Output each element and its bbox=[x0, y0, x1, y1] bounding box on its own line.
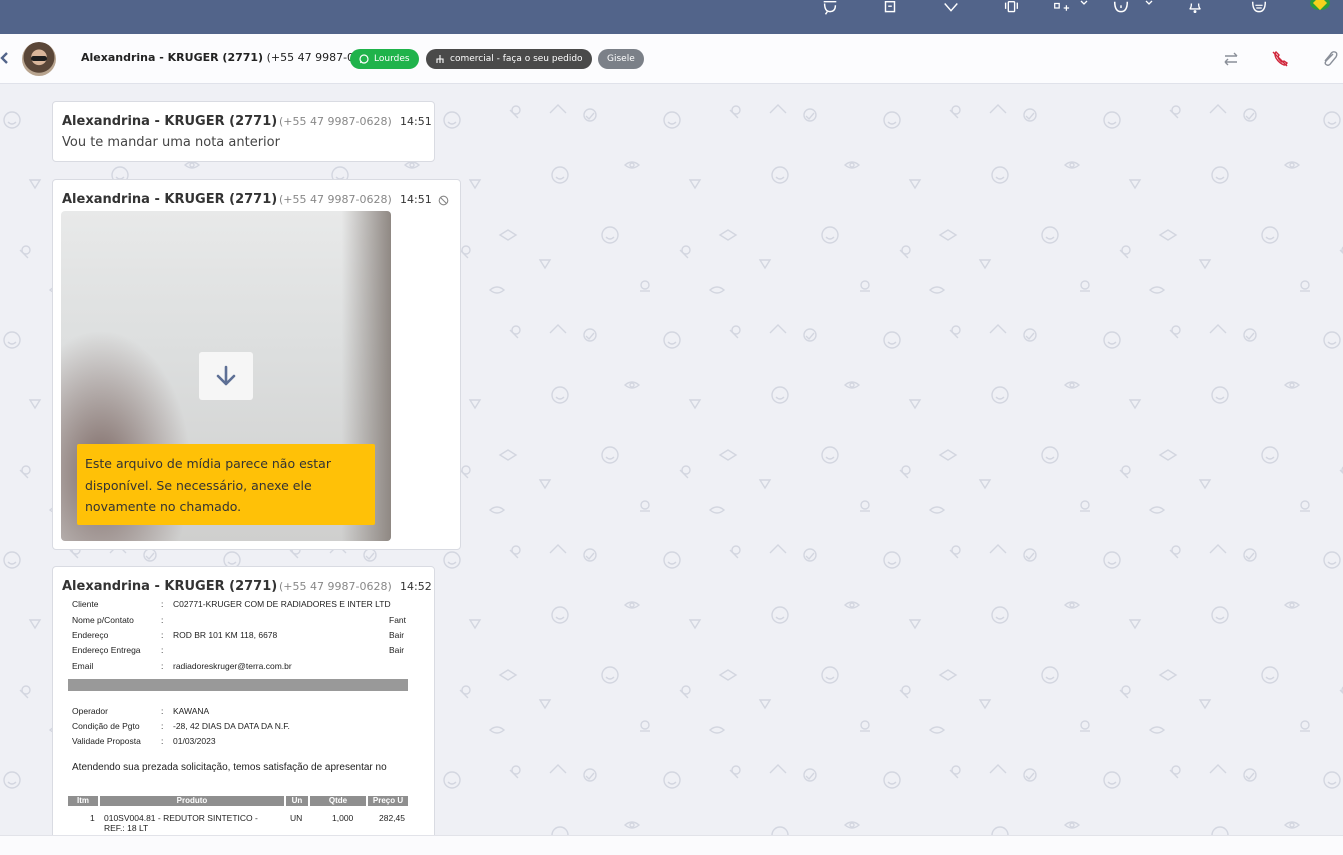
message-bubble-document[interactable]: Alexandrina - KRUGER (2771) (+55 47 9987… bbox=[52, 566, 435, 835]
download-button[interactable] bbox=[199, 352, 253, 400]
doc-field-value: KAWANA bbox=[173, 706, 210, 716]
doc-field-label: Endereço Entrega bbox=[72, 645, 141, 655]
chevron-down-icon[interactable] bbox=[1080, 0, 1088, 8]
brazil-flag-icon[interactable] bbox=[1310, 0, 1330, 10]
doc-field-label: Cliente bbox=[72, 599, 99, 609]
chat-header: Alexandrina - KRUGER (2771) (+55 47 9987… bbox=[0, 34, 1343, 84]
back-arrow-icon[interactable] bbox=[0, 51, 10, 65]
doc-field-value: 01/03/2023 bbox=[173, 736, 216, 746]
whatsapp-icon bbox=[359, 54, 369, 64]
doc-field-value: ROD BR 101 KM 118, 6678 bbox=[173, 630, 278, 640]
doc-field-label: Email bbox=[72, 661, 94, 671]
chevron-down-icon[interactable] bbox=[1145, 0, 1153, 8]
doc-table-cell: UN bbox=[290, 813, 303, 823]
message-phone: (+55 47 9987-0628) bbox=[279, 580, 392, 593]
doc-colon: : bbox=[161, 736, 164, 746]
doc-colon: : bbox=[161, 599, 164, 609]
doc-field-label: Validade Proposta bbox=[72, 736, 141, 746]
bell-icon[interactable] bbox=[1184, 0, 1206, 16]
message-sender: Alexandrina - KRUGER (2771) bbox=[62, 579, 278, 594]
hang-up-phone-icon[interactable] bbox=[1270, 49, 1290, 69]
doc-table-cell: 1,000 bbox=[332, 813, 354, 823]
org-chart-icon bbox=[436, 55, 444, 63]
doc-field-value: -28, 42 DIAS DA DATA DA N.F. bbox=[173, 721, 290, 731]
doc-table-cell: REF.: 18 LT bbox=[104, 823, 149, 833]
document-image[interactable]: Cliente : C02771-KRUGER COM DE RADIADORE… bbox=[61, 597, 408, 833]
paperclip-icon[interactable] bbox=[1320, 49, 1340, 69]
doc-field-value: radiadoreskruger@terra.com.br bbox=[173, 661, 292, 671]
doc-field-label: Endereço bbox=[72, 630, 109, 640]
department-badge[interactable]: comercial - faça o seu pedido bbox=[426, 49, 592, 69]
message-sender: Alexandrina - KRUGER (2771) bbox=[62, 114, 278, 129]
doc-table-header: Produto bbox=[100, 796, 284, 806]
doc-colon: : bbox=[161, 630, 164, 640]
tag-icon[interactable] bbox=[940, 0, 962, 16]
doc-field-label: Operador bbox=[72, 706, 108, 716]
badge-label: Gisele bbox=[607, 54, 635, 64]
message-bubble[interactable]: Alexandrina - KRUGER (2771) (+55 47 9987… bbox=[52, 101, 435, 162]
doc-colon: : bbox=[161, 721, 164, 731]
doc-table-header: Qtde bbox=[310, 796, 366, 806]
message-text: Vou te mandar uma nota anterior bbox=[62, 135, 280, 150]
contact-info[interactable]: Alexandrina - KRUGER (2771) (+55 47 9987… bbox=[81, 51, 379, 64]
doc-paragraph: Atendendo sua prezada solicitação, temos… bbox=[72, 762, 387, 773]
doc-field-value: C02771-KRUGER COM DE RADIADORES E INTER … bbox=[173, 599, 391, 609]
doc-field-right: Fant bbox=[389, 615, 407, 625]
avatar[interactable] bbox=[22, 42, 56, 76]
help-icon[interactable] bbox=[1110, 0, 1132, 16]
chat-bubble-icon[interactable] bbox=[819, 0, 841, 16]
doc-colon: : bbox=[161, 645, 164, 655]
doc-field-right: Bair bbox=[389, 645, 405, 655]
clipboard-icon[interactable] bbox=[879, 0, 901, 16]
blocked-icon[interactable] bbox=[438, 195, 449, 206]
doc-table-cell: 1 bbox=[90, 813, 95, 823]
warning-line: disponível. Se necessário, anexe ele bbox=[85, 477, 312, 493]
doc-colon: : bbox=[161, 706, 164, 716]
media-preview: Este arquivo de mídia parece não estar d… bbox=[61, 211, 391, 541]
doc-table-header: Un bbox=[286, 796, 308, 806]
download-arrow-icon bbox=[216, 365, 236, 386]
doc-table-cell: 010SV004.81 - REDUTOR SINTETICO - bbox=[104, 813, 258, 823]
message-sender: Alexandrina - KRUGER (2771) bbox=[62, 192, 278, 207]
doc-separator-bar bbox=[68, 679, 408, 691]
message-phone: (+55 47 9987-0628) bbox=[279, 115, 392, 128]
doc-colon: : bbox=[161, 661, 164, 671]
doc-field-label: Condição de Pgto bbox=[72, 721, 140, 731]
warning-line: Este arquivo de mídia parece não estar bbox=[85, 456, 331, 471]
transfer-icon[interactable] bbox=[1221, 49, 1241, 69]
message-phone: (+55 47 9987-0628) bbox=[279, 193, 392, 206]
doc-colon: : bbox=[161, 615, 164, 625]
apps-add-icon[interactable] bbox=[1050, 0, 1072, 16]
phone-vibrate-icon[interactable] bbox=[1000, 0, 1022, 16]
contact-name: Alexandrina - KRUGER (2771) bbox=[81, 51, 264, 64]
doc-field-right: Bair bbox=[389, 630, 405, 640]
badge-label: Lourdes bbox=[374, 54, 410, 64]
message-bubble-media[interactable]: Alexandrina - KRUGER (2771) (+55 47 9987… bbox=[52, 179, 461, 550]
media-unavailable-warning: Este arquivo de mídia parece não estar d… bbox=[77, 444, 375, 525]
message-time: 14:51 bbox=[400, 115, 432, 128]
message-time: 14:52 bbox=[400, 580, 432, 593]
message-time: 14:51 bbox=[400, 193, 432, 206]
top-navbar bbox=[0, 0, 1343, 34]
user-badge[interactable]: Gisele bbox=[598, 49, 644, 69]
message-input-bar[interactable] bbox=[0, 835, 1343, 855]
badge-label: comercial - faça o seu pedido bbox=[450, 54, 583, 64]
chat-messages-area[interactable]: Alexandrina - KRUGER (2771) (+55 47 9987… bbox=[0, 85, 1343, 835]
doc-table-cell: 282,45 bbox=[379, 813, 405, 823]
agent-badge-whatsapp[interactable]: Lourdes bbox=[350, 49, 419, 69]
doc-table-header: Preço U bbox=[368, 796, 408, 806]
doc-field-label: Nome p/Contato bbox=[72, 615, 134, 625]
warning-line: novamente no chamado. bbox=[85, 499, 242, 514]
menu-list-icon[interactable] bbox=[1248, 0, 1270, 16]
doc-table-header: Itm bbox=[68, 796, 98, 806]
